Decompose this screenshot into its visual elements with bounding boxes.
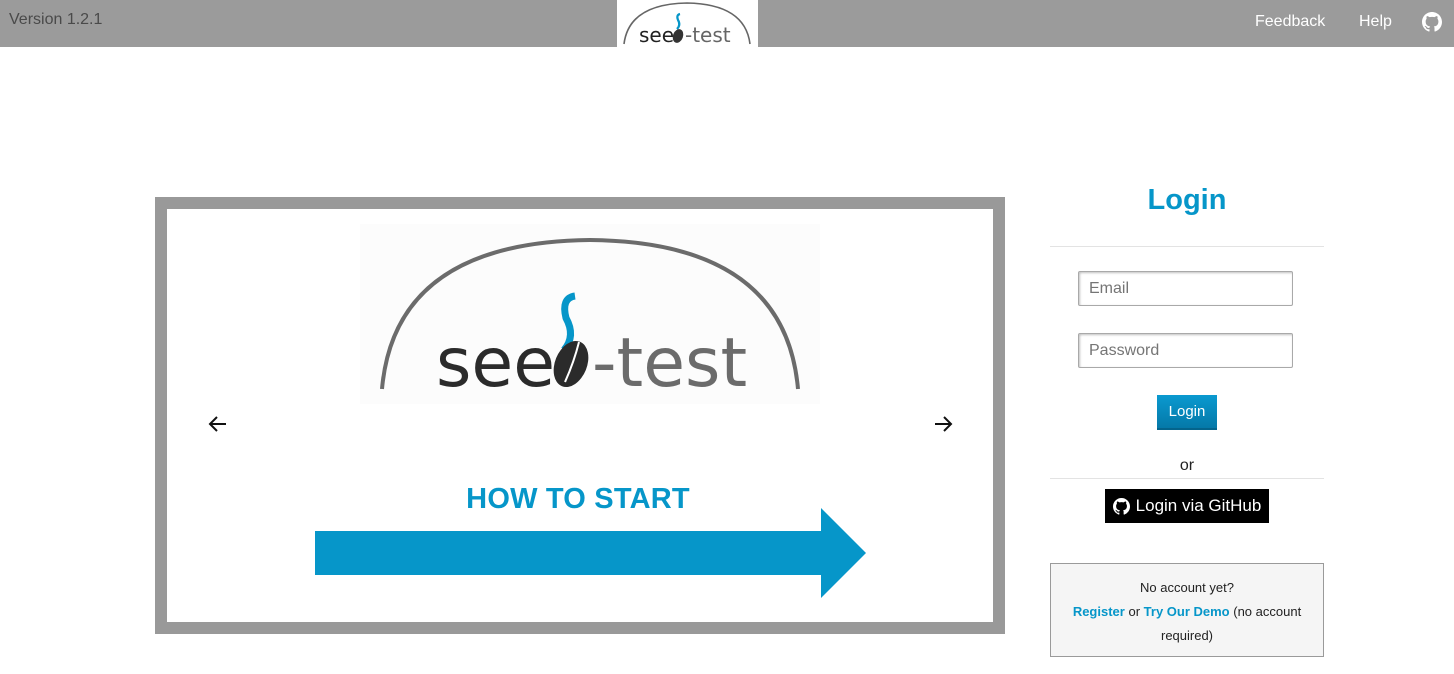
email-field[interactable]: [1078, 271, 1293, 306]
seed-test-logo: see -test: [623, 2, 751, 47]
login-github-label: Login via GitHub: [1135, 496, 1262, 515]
nav-feedback-link[interactable]: Feedback: [1255, 13, 1325, 31]
try-demo-link[interactable]: Try Our Demo: [1144, 604, 1230, 619]
arrow-right-icon: [935, 416, 953, 432]
carousel-prev-button[interactable]: [203, 409, 233, 439]
version-label: Version 1.2.1: [9, 11, 103, 28]
or-separator-text: or: [1179, 457, 1195, 474]
password-field[interactable]: [1078, 333, 1293, 368]
how-to-carousel: see -test HOW TO START: [155, 197, 1005, 634]
no-account-box: No account yet? Register or Try Our Demo…: [1050, 563, 1324, 657]
header-logo[interactable]: see -test: [617, 0, 758, 47]
login-button[interactable]: Login: [1157, 395, 1217, 430]
slide-logo-text-left: see: [436, 324, 555, 403]
logo-text-right: -test: [685, 23, 731, 47]
top-bar: Version 1.2.1 see -test Feedback Help: [0, 0, 1454, 47]
slide-logo: see -test: [360, 224, 820, 404]
nav-help-link[interactable]: Help: [1359, 13, 1392, 31]
slide-logo-text-right: -test: [592, 324, 747, 403]
register-link[interactable]: Register: [1073, 604, 1125, 619]
carousel-next-button[interactable]: [928, 409, 958, 439]
github-icon[interactable]: [1422, 12, 1442, 32]
logo-text-left: see: [639, 23, 674, 47]
big-right-arrow-icon: [315, 508, 866, 598]
arrow-left-icon: [208, 416, 226, 432]
divider: [1050, 478, 1324, 479]
login-title: Login: [1147, 184, 1227, 216]
or-inline-text: or: [1128, 604, 1141, 619]
no-account-text: No account yet?: [1140, 580, 1234, 595]
github-icon: [1112, 497, 1130, 515]
divider: [1050, 246, 1324, 247]
login-github-button[interactable]: Login via GitHub: [1105, 489, 1269, 523]
